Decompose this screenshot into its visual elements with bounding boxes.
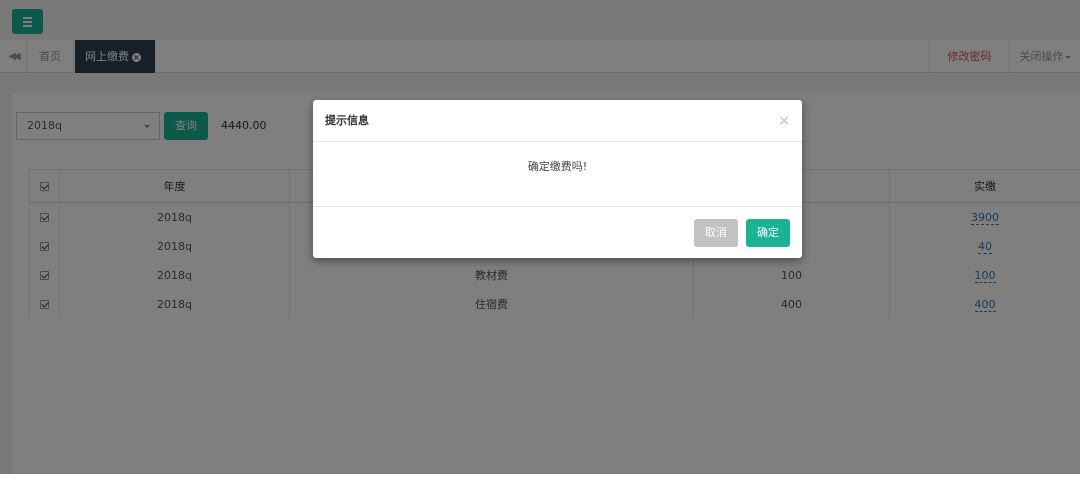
cancel-button[interactable]: 取消: [694, 219, 738, 247]
bottom-strip: [0, 474, 1080, 492]
dialog-footer: 取消 确定: [313, 206, 802, 258]
dialog-header: 提示信息 ×: [313, 100, 802, 142]
dialog-title: 提示信息: [325, 114, 369, 127]
dialog-message: 确定缴费吗!: [527, 160, 588, 173]
close-icon[interactable]: ×: [778, 100, 790, 142]
confirm-button[interactable]: 确定: [746, 219, 790, 247]
confirm-dialog: 提示信息 × 确定缴费吗! 取消 确定: [313, 100, 802, 258]
